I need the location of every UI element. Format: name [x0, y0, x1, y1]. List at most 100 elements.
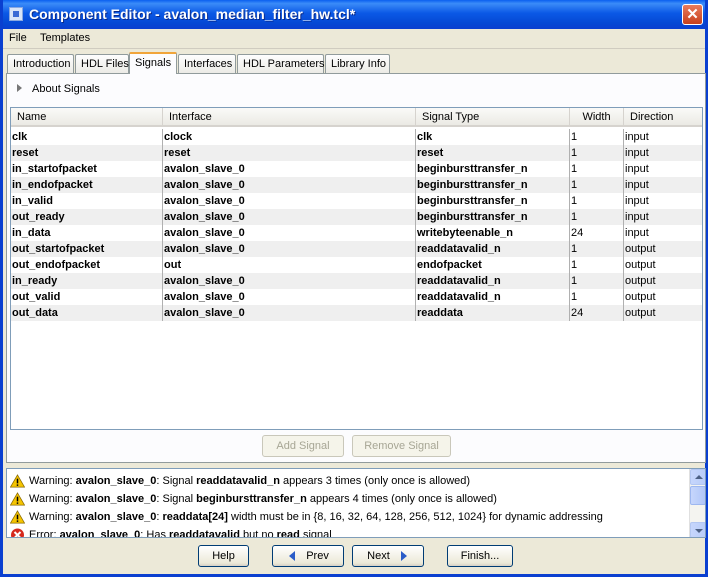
cell-name[interactable]: in_data: [11, 225, 163, 241]
help-button[interactable]: Help: [198, 545, 249, 567]
cell-interface[interactable]: avalon_slave_0: [163, 289, 416, 305]
cell-name[interactable]: out_data: [11, 305, 163, 321]
cell-direction[interactable]: input: [624, 177, 702, 193]
title-bar[interactable]: Component Editor - avalon_median_filter_…: [3, 0, 705, 29]
cell-interface[interactable]: avalon_slave_0: [163, 209, 416, 225]
warning-message[interactable]: Warning: avalon_slave_0: readdata[24] wi…: [7, 508, 603, 526]
cell-width[interactable]: 1: [570, 129, 624, 145]
warning-message[interactable]: Warning: avalon_slave_0: Signal beginbur…: [7, 490, 497, 508]
cell-direction[interactable]: input: [624, 209, 702, 225]
cell-signal-type[interactable]: beginbursttransfer_n: [416, 161, 570, 177]
error-message[interactable]: Error: avalon_slave_0: Has readdatavalid…: [7, 526, 332, 537]
cell-signal-type[interactable]: endofpacket: [416, 257, 570, 273]
cell-signal-type[interactable]: beginbursttransfer_n: [416, 177, 570, 193]
cell-width[interactable]: 1: [570, 193, 624, 209]
table-row[interactable]: in_ready avalon_slave_0 readdatavalid_n 1 ou…: [11, 273, 702, 289]
cell-interface[interactable]: avalon_slave_0: [163, 161, 416, 177]
cell-width[interactable]: 1: [570, 289, 624, 305]
cell-interface[interactable]: out: [163, 257, 416, 273]
tab-introduction[interactable]: Introduction: [7, 54, 74, 73]
next-button[interactable]: Next: [352, 545, 424, 567]
cell-name[interactable]: in_startofpacket: [11, 161, 163, 177]
cell-signal-type[interactable]: beginbursttransfer_n: [416, 193, 570, 209]
finish-button[interactable]: Finish...: [447, 545, 513, 567]
cell-interface[interactable]: reset: [163, 145, 416, 161]
menu-templates[interactable]: Templates: [40, 32, 90, 44]
cell-name[interactable]: out_ready: [11, 209, 163, 225]
about-signals-toggle[interactable]: About Signals: [17, 83, 100, 95]
cell-width[interactable]: 1: [570, 161, 624, 177]
table-row[interactable]: out_endofpacket out endofpacket 1 output: [11, 257, 702, 273]
column-header-signal-type[interactable]: Signal Type: [416, 108, 570, 127]
table-row[interactable]: in_data avalon_slave_0 writebyteenable_n 24…: [11, 225, 702, 241]
cell-signal-type[interactable]: readdata: [416, 305, 570, 321]
scroll-down-button[interactable]: [690, 522, 705, 537]
cell-signal-type[interactable]: writebyteenable_n: [416, 225, 570, 241]
table-row[interactable]: reset reset reset 1 input: [11, 145, 702, 161]
add-signal-button[interactable]: Add Signal: [262, 435, 344, 457]
cell-signal-type[interactable]: readdatavalid_n: [416, 289, 570, 305]
remove-signal-button[interactable]: Remove Signal: [352, 435, 451, 457]
cell-interface[interactable]: avalon_slave_0: [163, 273, 416, 289]
cell-name[interactable]: clk: [11, 129, 163, 145]
cell-signal-type[interactable]: readdatavalid_n: [416, 273, 570, 289]
cell-signal-type[interactable]: clk: [416, 129, 570, 145]
cell-interface[interactable]: avalon_slave_0: [163, 241, 416, 257]
cell-interface[interactable]: avalon_slave_0: [163, 305, 416, 321]
column-header-direction[interactable]: Direction: [624, 108, 702, 127]
cell-width[interactable]: 1: [570, 209, 624, 225]
scroll-thumb[interactable]: [690, 486, 705, 505]
table-row[interactable]: out_startofpacket avalon_slave_0 readdatav…: [11, 241, 702, 257]
cell-name[interactable]: in_valid: [11, 193, 163, 209]
cell-direction[interactable]: output: [624, 289, 702, 305]
table-row[interactable]: in_startofpacket avalon_slave_0 beginburst…: [11, 161, 702, 177]
cell-name[interactable]: reset: [11, 145, 163, 161]
prev-button[interactable]: Prev: [272, 545, 344, 567]
cell-signal-type[interactable]: beginbursttransfer_n: [416, 209, 570, 225]
close-button[interactable]: ✕: [682, 4, 703, 25]
cell-width[interactable]: 1: [570, 145, 624, 161]
table-row[interactable]: out_valid avalon_slave_0 readdatavalid_n 1 o…: [11, 289, 702, 305]
table-row[interactable]: clk clock clk 1 input: [11, 129, 702, 145]
warning-message[interactable]: Warning: avalon_slave_0: Signal readdata…: [7, 472, 470, 490]
cell-name[interactable]: in_endofpacket: [11, 177, 163, 193]
cell-direction[interactable]: output: [624, 305, 702, 321]
cell-width[interactable]: 1: [570, 177, 624, 193]
column-header-name[interactable]: Name: [11, 108, 163, 127]
cell-direction[interactable]: output: [624, 273, 702, 289]
cell-name[interactable]: out_valid: [11, 289, 163, 305]
cell-interface[interactable]: avalon_slave_0: [163, 177, 416, 193]
cell-direction[interactable]: input: [624, 225, 702, 241]
tab-hdl-parameters[interactable]: HDL Parameters: [237, 54, 325, 73]
cell-direction[interactable]: output: [624, 257, 702, 273]
cell-name[interactable]: in_ready: [11, 273, 163, 289]
tab-interfaces[interactable]: Interfaces: [178, 54, 236, 73]
column-header-interface[interactable]: Interface: [163, 108, 416, 127]
cell-width[interactable]: 1: [570, 257, 624, 273]
cell-name[interactable]: out_endofpacket: [11, 257, 163, 273]
cell-name[interactable]: out_startofpacket: [11, 241, 163, 257]
cell-direction[interactable]: input: [624, 193, 702, 209]
tab-signals[interactable]: Signals: [129, 52, 177, 74]
table-row[interactable]: out_data avalon_slave_0 readdata 24 output: [11, 305, 702, 321]
table-row[interactable]: in_endofpacket avalon_slave_0 beginbursttr…: [11, 177, 702, 193]
cell-width[interactable]: 24: [570, 225, 624, 241]
tab-library-info[interactable]: Library Info: [325, 54, 390, 73]
cell-direction[interactable]: input: [624, 161, 702, 177]
scroll-up-button[interactable]: [690, 469, 705, 485]
cell-interface[interactable]: avalon_slave_0: [163, 225, 416, 241]
table-row[interactable]: out_ready avalon_slave_0 beginbursttransfe…: [11, 209, 702, 225]
column-header-width[interactable]: Width: [570, 108, 624, 127]
table-row[interactable]: in_valid avalon_slave_0 beginbursttransfer…: [11, 193, 702, 209]
menu-file[interactable]: File: [9, 32, 27, 44]
tab-hdl-files[interactable]: HDL Files: [75, 54, 129, 73]
cell-direction[interactable]: input: [624, 145, 702, 161]
message-scrollbar[interactable]: [689, 469, 705, 537]
cell-signal-type[interactable]: readdatavalid_n: [416, 241, 570, 257]
cell-signal-type[interactable]: reset: [416, 145, 570, 161]
cell-interface[interactable]: avalon_slave_0: [163, 193, 416, 209]
cell-width[interactable]: 1: [570, 241, 624, 257]
cell-interface[interactable]: clock: [163, 129, 416, 145]
cell-direction[interactable]: output: [624, 241, 702, 257]
cell-width[interactable]: 1: [570, 273, 624, 289]
